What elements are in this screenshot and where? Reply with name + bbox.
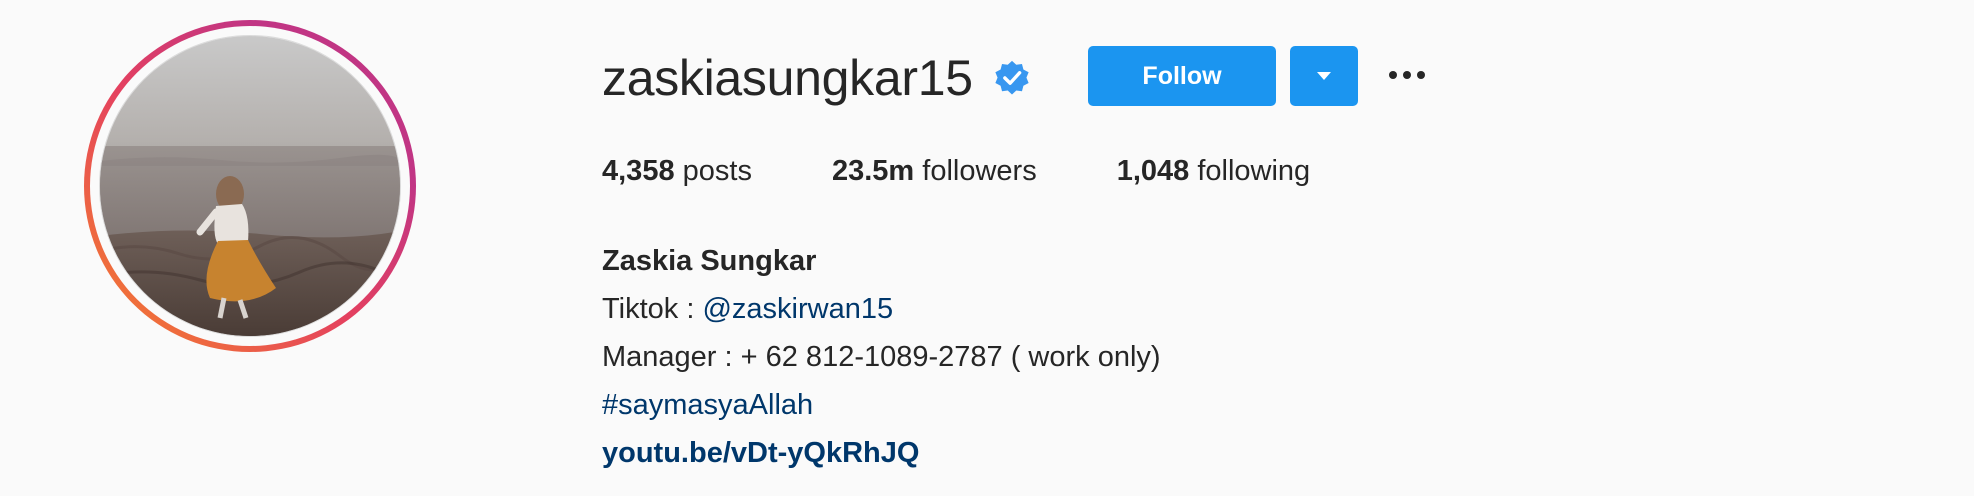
full-name: Zaskia Sungkar (602, 245, 817, 277)
more-options-button[interactable] (1382, 50, 1432, 100)
followers-count: 23.5m (831, 155, 915, 187)
title-row: zaskiasungkar15 (602, 46, 1031, 110)
username: zaskiasungkar15 (602, 50, 973, 106)
bio: Zaskia Sungkar Tiktok : @zaskirwan15 Man… (602, 237, 1161, 477)
profile-stats: 4,358 posts 23.5m followers 1,048 follow… (602, 155, 1390, 188)
bio-manager-line: Manager : + 62 812-1089-2787 ( work only… (602, 341, 1161, 373)
avatar[interactable] (99, 35, 401, 337)
more-options-icon (1389, 71, 1425, 79)
story-ring[interactable] (84, 20, 416, 352)
tiktok-mention-link[interactable]: @zaskirwan15 (702, 293, 893, 325)
posts-count: 4,358 (602, 155, 675, 187)
website-link[interactable]: youtu.be/vDt-yQkRhJQ (602, 429, 1161, 477)
suggested-accounts-dropdown-button[interactable] (1290, 46, 1358, 106)
avatar-image (100, 36, 400, 336)
hashtag-link[interactable]: #saymasyaAllah (602, 381, 1161, 429)
profile-header: zaskiasungkar15 Follow 4,358 posts 23.5m… (0, 0, 1974, 496)
verified-badge-icon (993, 59, 1031, 97)
following-count: 1,048 (1116, 155, 1190, 187)
followers-label: followers (922, 155, 1037, 187)
caret-down-icon (1317, 72, 1331, 80)
bio-tiktok-line: Tiktok : @zaskirwan15 (602, 285, 1161, 333)
posts-label: posts (682, 155, 752, 187)
tiktok-prefix: Tiktok : (602, 293, 703, 325)
followers-stat[interactable]: 23.5m followers (832, 155, 1037, 188)
following-label: following (1197, 155, 1311, 187)
posts-stat: 4,358 posts (602, 155, 752, 188)
follow-button[interactable]: Follow (1088, 46, 1276, 106)
following-stat[interactable]: 1,048 following (1117, 155, 1310, 188)
